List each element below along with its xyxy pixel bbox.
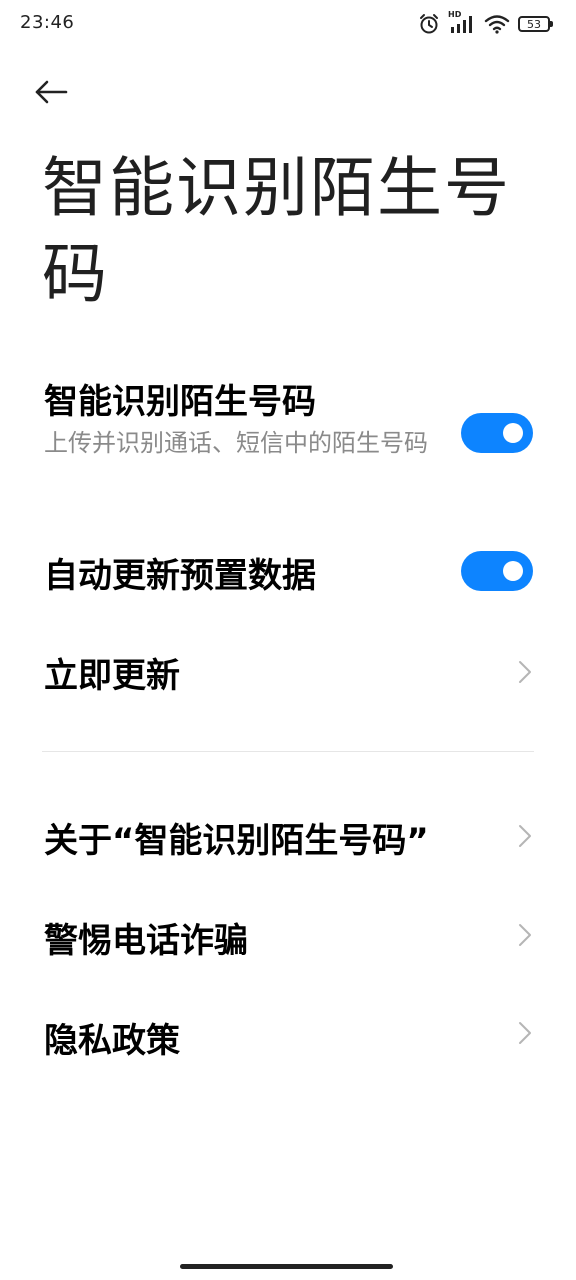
page-title: 智能识别陌生号码 (42, 151, 512, 312)
auto-update-title: 自动更新预置数据 (44, 556, 316, 596)
status-icons: HD 53 (418, 10, 553, 36)
chevron-right-icon (519, 661, 531, 683)
privacy-policy-title: 隐私政策 (44, 1021, 180, 1061)
fraud-warning-row[interactable]: 警惕电话诈骗 (0, 895, 576, 979)
alarm-icon (418, 13, 440, 35)
hd-signal-icon: HD (448, 10, 476, 34)
chevron-right-icon (519, 924, 531, 946)
arrow-left-icon (34, 80, 68, 108)
home-indicator[interactable] (180, 1264, 393, 1269)
battery-icon: 53 (518, 16, 553, 32)
chevron-right-icon (519, 1022, 531, 1044)
auto-update-toggle[interactable] (461, 551, 533, 591)
chevron-right-icon (519, 825, 531, 847)
status-bar: 23:46 HD 53 (0, 0, 576, 48)
toggle-knob (503, 561, 523, 581)
smart-identify-toggle[interactable] (461, 413, 533, 453)
about-title: 关于“智能识别陌生号码” (44, 821, 429, 861)
privacy-policy-row[interactable]: 隐私政策 (0, 995, 576, 1079)
section-divider (42, 751, 534, 752)
update-now-row[interactable]: 立即更新 (0, 630, 576, 714)
toggle-knob (503, 423, 523, 443)
update-now-title: 立即更新 (44, 656, 180, 696)
smart-identify-subtitle: 上传并识别通话、短信中的陌生号码 (44, 429, 428, 457)
smart-identify-title: 智能识别陌生号码 (44, 382, 316, 422)
status-time: 23:46 (20, 12, 75, 33)
fraud-warning-title: 警惕电话诈骗 (44, 921, 248, 961)
back-button[interactable] (34, 74, 82, 114)
wifi-icon (484, 14, 510, 34)
auto-update-row[interactable]: 自动更新预置数据 (0, 530, 576, 614)
about-row[interactable]: 关于“智能识别陌生号码” (0, 795, 576, 879)
battery-level: 53 (527, 17, 541, 31)
smart-identify-row[interactable]: 智能识别陌生号码 上传并识别通话、短信中的陌生号码 (0, 360, 576, 510)
